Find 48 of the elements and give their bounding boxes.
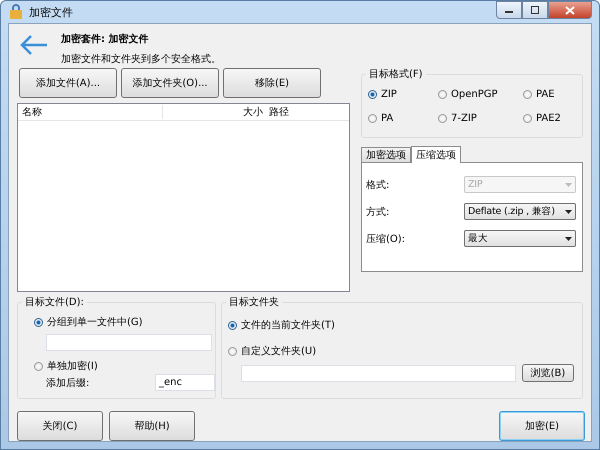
group-label: 目标文件夹 xyxy=(226,295,282,309)
maximize-icon xyxy=(530,6,540,14)
input-field[interactable]: _enc xyxy=(155,374,215,391)
window-title: 加密文件 xyxy=(29,4,73,20)
group-label: 目标格式(F) xyxy=(366,67,426,81)
radio-option[interactable]: 单独加密(I) xyxy=(34,359,215,373)
minimize-button[interactable] xyxy=(496,1,522,19)
caret-icon xyxy=(565,236,572,240)
column-header[interactable]: 名称 xyxy=(18,105,163,119)
browse-button[interactable]: 浏览(B) xyxy=(522,364,574,382)
column-header[interactable]: 大小 xyxy=(163,105,269,119)
radio-option[interactable]: PAE2 xyxy=(523,113,583,124)
radio-option[interactable]: PAE xyxy=(523,89,583,100)
group-label: 目标文件(D): xyxy=(22,295,87,309)
radio-option[interactable]: 自定义文件夹(U) xyxy=(228,344,582,358)
radio-option[interactable]: 文件的当前文件夹(T) xyxy=(228,318,582,332)
field-label: 格式: xyxy=(366,178,390,192)
radio-option[interactable]: ZIP xyxy=(368,89,438,100)
field-label: 方式: xyxy=(366,206,390,218)
radio-option[interactable]: OpenPGP xyxy=(438,89,523,100)
back-arrow-icon[interactable] xyxy=(19,34,49,56)
input-field[interactable] xyxy=(46,334,212,351)
input-field[interactable] xyxy=(241,364,516,382)
header-title: 加密套件: 加密文件 xyxy=(61,32,150,46)
field-label: 添加后缀: xyxy=(46,376,90,390)
dropdown[interactable]: Deflate (.zip , 兼容) xyxy=(464,203,576,220)
radio-option[interactable]: 7-ZIP xyxy=(438,113,523,124)
file-list[interactable]: 名称 大小 路径 xyxy=(17,103,350,292)
close-button[interactable] xyxy=(548,1,592,19)
radio-option[interactable]: 分组到单一文件中(G) xyxy=(34,315,215,329)
dialog-button[interactable]: 帮助(H) xyxy=(109,411,195,441)
dropdown[interactable]: 最大 xyxy=(464,230,576,247)
tab[interactable]: 加密选项 xyxy=(361,147,411,162)
dialog-button[interactable]: 关闭(C) xyxy=(17,411,103,441)
toolbar-button[interactable]: 移除(E) xyxy=(223,68,321,98)
caret-icon xyxy=(565,210,572,214)
field-label: 压缩(O): xyxy=(366,232,406,246)
radio-option[interactable]: PA xyxy=(368,113,438,124)
toolbar-button[interactable]: 添加文件(A)... xyxy=(19,68,117,98)
close-icon xyxy=(565,6,575,14)
header-subtitle: 加密文件和文件夹到多个安全格式。 xyxy=(61,52,221,66)
column-header[interactable]: 路径 xyxy=(269,105,289,119)
maximize-button[interactable] xyxy=(522,1,548,19)
toolbar-button[interactable]: 添加文件夹(O)... xyxy=(121,68,219,98)
tab[interactable]: 压缩选项 xyxy=(411,146,461,163)
caret-icon xyxy=(565,182,572,186)
dialog-button[interactable]: 加密(E) xyxy=(499,411,585,441)
lock-icon xyxy=(9,4,23,20)
